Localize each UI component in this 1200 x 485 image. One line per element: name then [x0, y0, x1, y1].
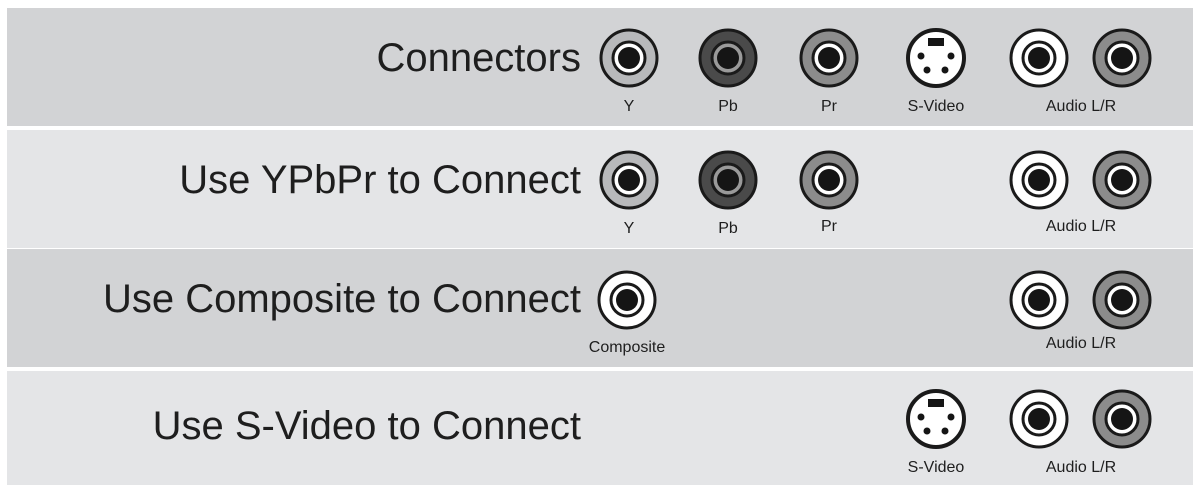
row-title: Use Composite to Connect [102, 277, 581, 321]
connector-chart: Connectors Y Pb Pr S-Video Audio L/R Use… [7, 8, 1193, 485]
y-label: Y [623, 98, 635, 115]
y-label: Y [623, 220, 635, 237]
audio-left-jack-icon [1007, 387, 1071, 451]
row-title: Use YPbPr to Connect [179, 158, 581, 202]
s-video-jack-icon [904, 387, 968, 451]
audio-lr-label: Audio L/R [1045, 459, 1117, 476]
audio-lr-label: Audio L/R [1045, 98, 1117, 115]
audio-right-jack-icon [1090, 26, 1154, 90]
s-video-jack-icon [904, 26, 968, 90]
row-connectors: Connectors Y Pb Pr S-Video Audio L/R [7, 8, 1193, 126]
pr-label: Pr [821, 98, 837, 115]
audio-right-jack-icon [1090, 268, 1154, 332]
audio-right-jack-icon [1090, 148, 1154, 212]
row-composite: Use Composite to Connect Composite Audio… [7, 249, 1193, 367]
audio-left-jack-icon [1007, 148, 1071, 212]
s-video-label: S-Video [907, 459, 965, 476]
y-jack-icon [597, 26, 661, 90]
pr-jack-icon [797, 26, 861, 90]
composite-jack-icon [595, 268, 659, 332]
pb-label: Pb [718, 98, 738, 115]
s-video-label: S-Video [907, 98, 965, 115]
audio-lr-label: Audio L/R [1045, 218, 1117, 235]
audio-left-jack-icon [1007, 26, 1071, 90]
y-jack-icon [597, 148, 661, 212]
pb-jack-icon [696, 26, 760, 90]
audio-left-jack-icon [1007, 268, 1071, 332]
row-s-video: Use S-Video to Connect S-Video Audio L/R [7, 371, 1193, 485]
pr-label: Pr [821, 218, 837, 235]
audio-lr-label: Audio L/R [1045, 335, 1117, 352]
pb-label: Pb [718, 220, 738, 237]
audio-right-jack-icon [1090, 387, 1154, 451]
row-title: Use S-Video to Connect [152, 404, 581, 448]
pr-jack-icon [797, 148, 861, 212]
composite-label: Composite [588, 339, 666, 356]
row-ypbpr: Use YPbPr to Connect Y Pb Pr Audio L/R [7, 130, 1193, 248]
row-title: Connectors [376, 36, 581, 80]
pb-jack-icon [696, 148, 760, 212]
